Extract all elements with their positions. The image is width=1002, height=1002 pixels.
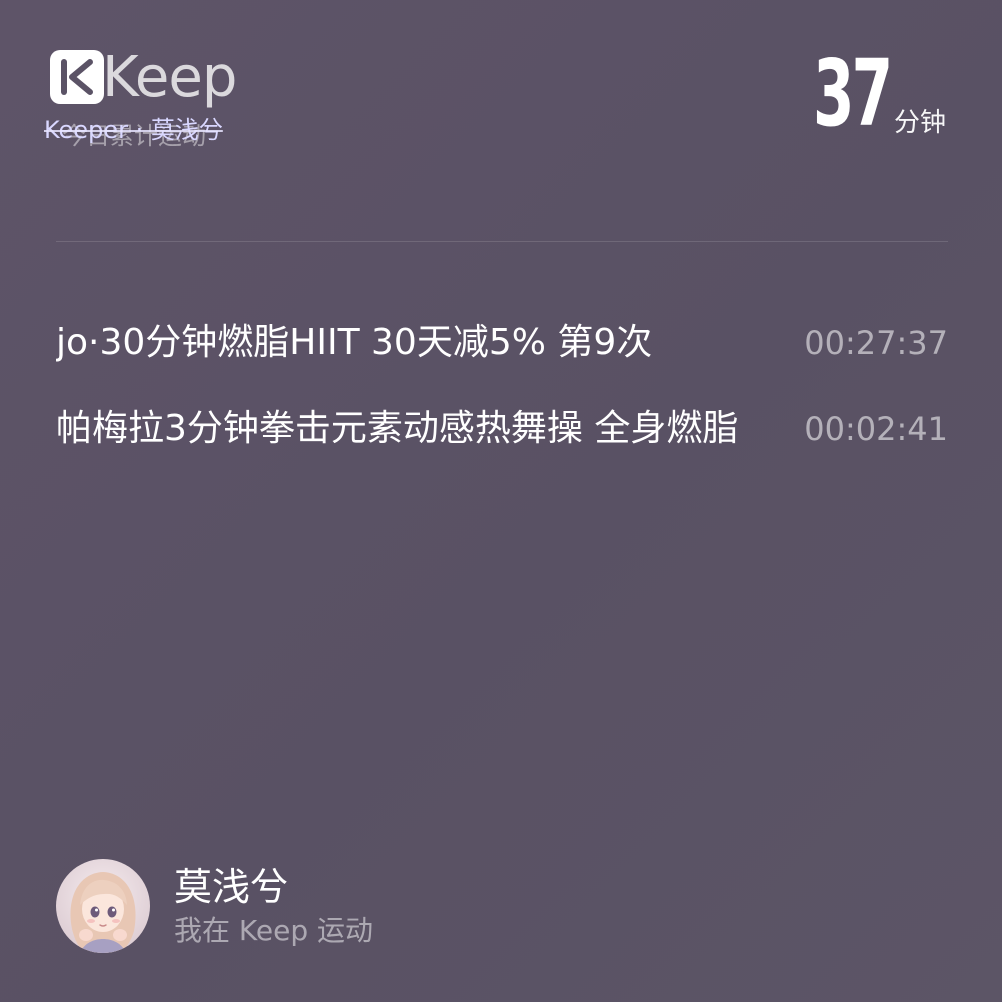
logo-wordmark: Keep: [102, 45, 237, 110]
header-divider: [56, 241, 948, 242]
keeper-name-label: Keeper · 莫浅兮: [44, 116, 223, 144]
user-name: 莫浅兮: [174, 865, 289, 909]
workout-title: 帕梅拉3分钟拳击元素动感热舞操 全身燃脂: [56, 408, 739, 449]
user-avatar[interactable]: [56, 859, 150, 953]
user-status: 我在 Keep 运动: [174, 914, 373, 947]
workout-duration: 00:02:41: [804, 410, 948, 448]
keep-logo-icon: [50, 50, 104, 104]
workout-row[interactable]: 帕梅拉3分钟拳击元素动感热舞操 全身燃脂 00:02:41: [56, 386, 948, 472]
total-minutes-unit: 分钟: [893, 108, 946, 138]
keep-logo: Keep 今日累计运动 Keeper · 莫浅兮: [44, 46, 274, 156]
workout-title: jo·30分钟燃脂HIIT 30天减5% 第9次: [56, 322, 653, 363]
total-minutes-value: 37: [812, 40, 893, 147]
total-duration: 37 分钟: [783, 48, 946, 140]
workout-row[interactable]: jo·30分钟燃脂HIIT 30天减5% 第9次 00:27:37: [56, 300, 948, 386]
user-info: 莫浅兮 我在 Keep 运动: [174, 864, 373, 948]
header: Keep 今日累计运动 Keeper · 莫浅兮 37 分钟: [0, 0, 1002, 242]
workout-list: jo·30分钟燃脂HIIT 30天减5% 第9次 00:27:37 帕梅拉3分钟…: [56, 300, 948, 472]
workout-duration: 00:27:37: [804, 324, 948, 362]
user-card[interactable]: 莫浅兮 我在 Keep 运动: [56, 858, 373, 954]
